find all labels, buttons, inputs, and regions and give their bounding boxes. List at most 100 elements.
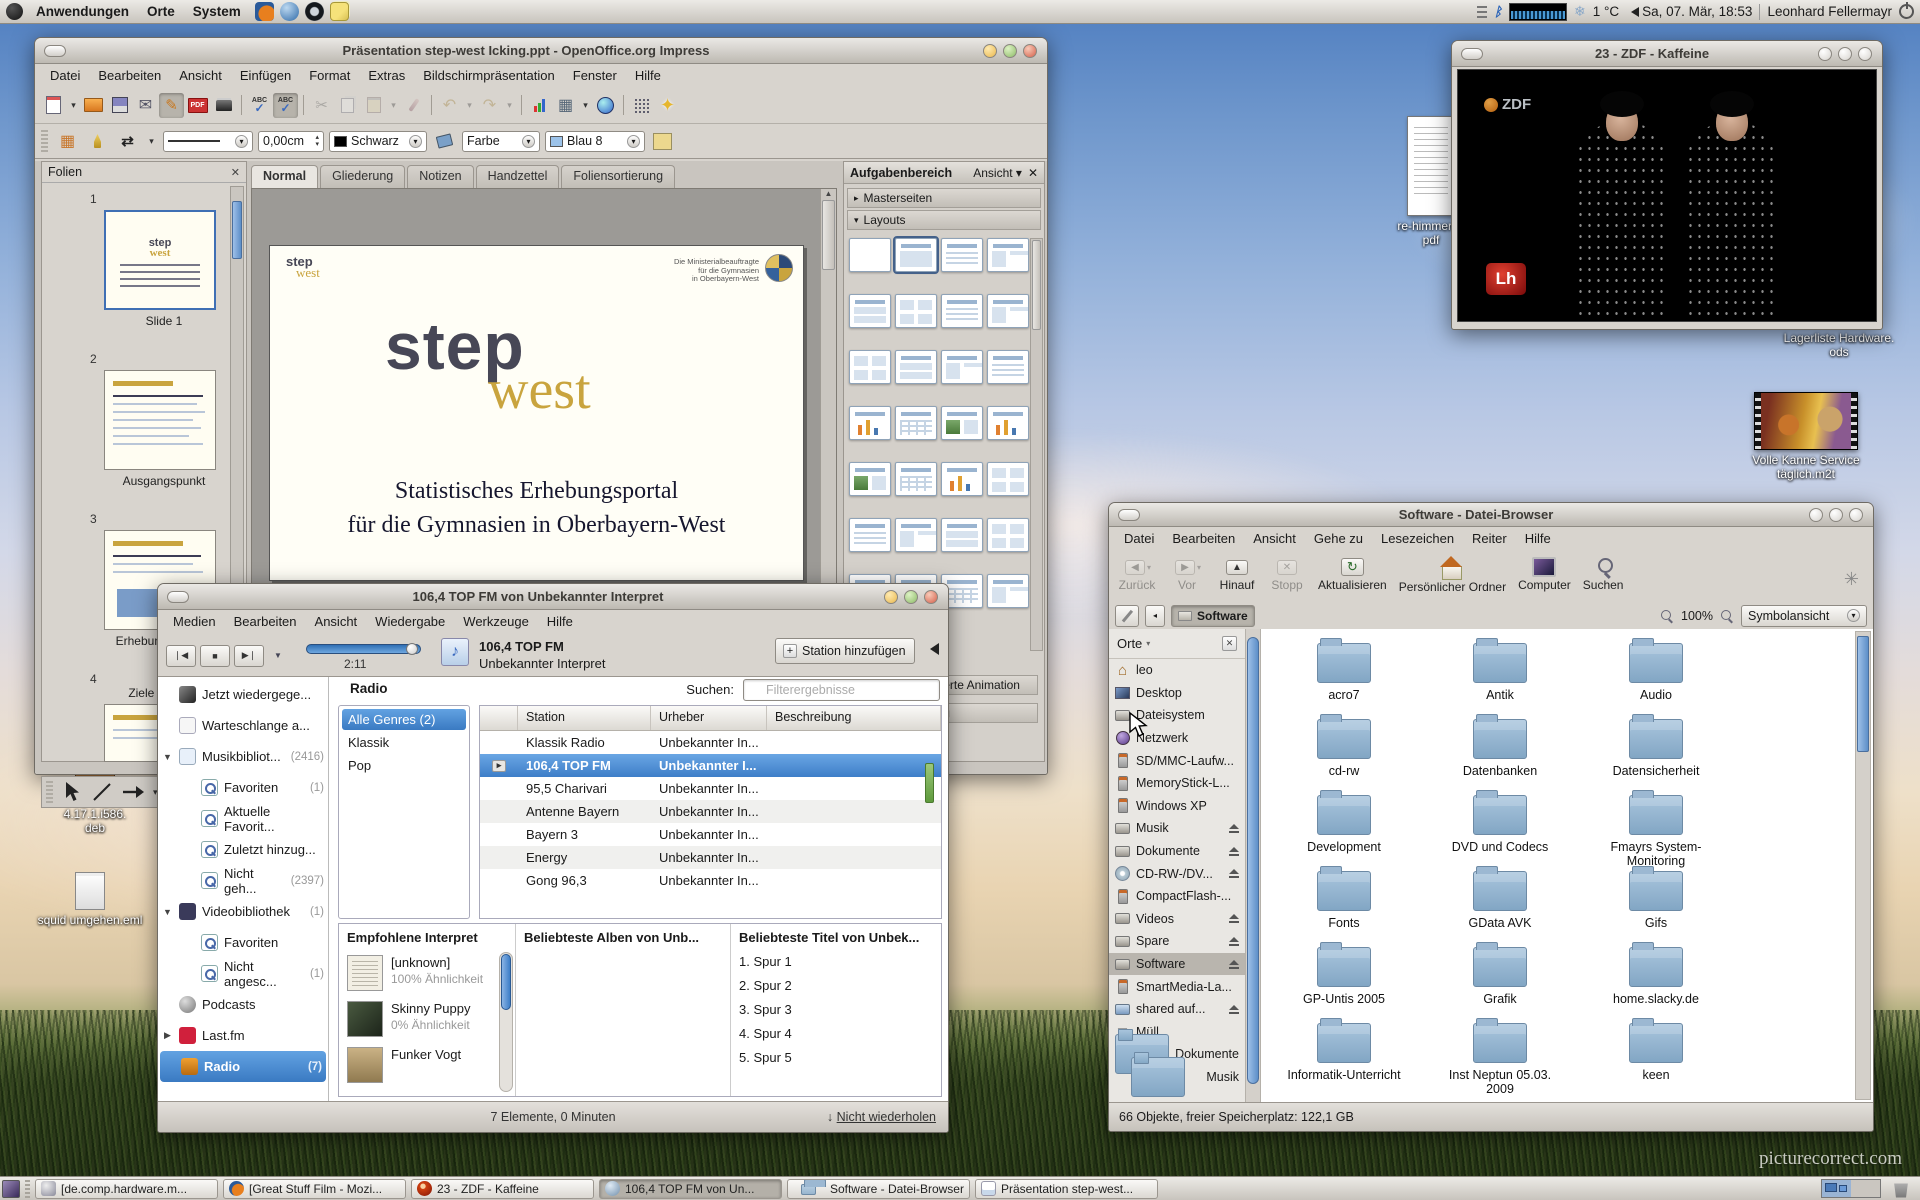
slider-handle[interactable] bbox=[406, 643, 418, 655]
table-dropdown[interactable] bbox=[579, 93, 592, 118]
expander-icon[interactable]: ▼ bbox=[162, 752, 173, 762]
toolbar-button[interactable]: Computer bbox=[1515, 554, 1574, 594]
temperature[interactable]: 1 °C bbox=[1593, 4, 1619, 19]
places-item[interactable]: MemoryStick-L... bbox=[1109, 772, 1245, 795]
folder-item[interactable]: Fmayrs System-Monitoring bbox=[1611, 787, 1702, 863]
banshee-titlebar[interactable]: 106,4 TOP FM von Unbekannter Interpret bbox=[158, 584, 948, 610]
layouts-section-header[interactable]: ▾Layouts bbox=[847, 210, 1041, 230]
arrow-tool-icon[interactable] bbox=[121, 781, 145, 803]
view-tab[interactable]: Notizen bbox=[407, 165, 473, 188]
folder-item[interactable]: Informatik-Unterricht bbox=[1287, 1015, 1400, 1091]
artist-list-scrollbar[interactable] bbox=[499, 952, 513, 1092]
masterpages-section-header[interactable]: ▸Masterseiten bbox=[847, 188, 1041, 208]
cut-icon[interactable] bbox=[309, 93, 334, 118]
station-row[interactable]: Gong 96,3 Unbekannter In... bbox=[480, 869, 941, 892]
station-row[interactable]: ▸ 106,4 TOP FM Unbekannter I... bbox=[480, 754, 941, 777]
close-button[interactable] bbox=[1023, 44, 1037, 58]
folder-item[interactable]: cd-rw bbox=[1317, 711, 1371, 787]
column-urheber[interactable]: Urheber bbox=[651, 706, 767, 730]
layout-tile[interactable] bbox=[987, 462, 1029, 496]
minimize-button[interactable] bbox=[884, 590, 898, 604]
separator[interactable] bbox=[427, 93, 436, 118]
sidebar-source-item[interactable]: Warteschlange a... bbox=[158, 710, 328, 741]
station-row[interactable]: Klassik Radio Unbekannter In... bbox=[480, 731, 941, 754]
nautilus-titlebar[interactable]: Software - Datei-Browser bbox=[1109, 503, 1873, 527]
save-icon[interactable] bbox=[107, 93, 132, 118]
view-tab[interactable]: Normal bbox=[251, 165, 318, 188]
mail-launcher-icon[interactable] bbox=[280, 2, 299, 21]
recommended-artist[interactable]: Funker Vogt bbox=[347, 1047, 507, 1083]
places-header[interactable]: Orte bbox=[1117, 636, 1142, 651]
places-item[interactable]: leo bbox=[1109, 659, 1245, 682]
places-item[interactable]: Videos bbox=[1109, 908, 1245, 931]
menu-item[interactable]: Ansicht bbox=[1244, 529, 1305, 548]
sidebar-source-item[interactable]: Nicht geh... (2397) bbox=[158, 865, 328, 896]
new-document-icon[interactable] bbox=[41, 93, 66, 118]
top-track-item[interactable]: 2. Spur 2 bbox=[739, 978, 933, 993]
layout-tile[interactable] bbox=[895, 518, 937, 552]
layout-tile[interactable] bbox=[941, 238, 983, 272]
layout-tile[interactable] bbox=[941, 406, 983, 440]
previous-button[interactable]: ❘◀ bbox=[166, 645, 196, 667]
sidebar-source-item[interactable]: ▶ Last.fm bbox=[158, 1020, 328, 1051]
menu-item[interactable]: Bearbeiten bbox=[1163, 529, 1244, 548]
seek-slider[interactable] bbox=[306, 644, 421, 654]
view-tab[interactable]: Gliederung bbox=[320, 165, 405, 188]
bluetooth-icon[interactable]: ᛒ bbox=[1494, 4, 1502, 19]
taskbar-window-button[interactable]: [Great Stuff Film - Mozi... bbox=[223, 1179, 406, 1199]
task-pane-view-menu[interactable]: Ansicht ▾ bbox=[973, 166, 1022, 180]
sidebar-source-item[interactable]: Radio (7) bbox=[160, 1051, 326, 1082]
places-item[interactable]: SmartMedia-La... bbox=[1109, 975, 1245, 998]
column-beschreibung[interactable]: Beschreibung bbox=[767, 706, 941, 730]
places-item[interactable]: Windows XP bbox=[1109, 795, 1245, 818]
menu-item[interactable]: Bildschirmpräsentation bbox=[414, 66, 564, 85]
places-item[interactable]: Spare bbox=[1109, 930, 1245, 953]
maximize-button[interactable] bbox=[904, 590, 918, 604]
layout-tile[interactable] bbox=[895, 462, 937, 496]
minimize-button[interactable] bbox=[1809, 508, 1823, 522]
export-pdf-icon[interactable] bbox=[185, 93, 210, 118]
folder-item[interactable]: home.slacky.de bbox=[1613, 939, 1699, 1015]
menu-item[interactable]: Medien bbox=[164, 612, 225, 631]
line-tool-icon[interactable] bbox=[91, 781, 113, 803]
navigator-icon[interactable] bbox=[655, 93, 680, 118]
menu-item[interactable]: Bearbeiten bbox=[225, 612, 306, 631]
expander-icon[interactable]: ▶ bbox=[162, 1030, 173, 1041]
clock[interactable]: Sa, 07. Mär, 18:53 bbox=[1642, 4, 1752, 19]
separator[interactable] bbox=[517, 93, 526, 118]
menu-item[interactable]: Fenster bbox=[564, 66, 626, 85]
close-icon[interactable]: ✕ bbox=[231, 166, 240, 179]
column-station[interactable]: Station bbox=[518, 706, 651, 730]
window-menu-button[interactable] bbox=[1118, 509, 1140, 521]
workspace-1[interactable] bbox=[1822, 1180, 1851, 1197]
folder-grid-scrollbar[interactable] bbox=[1855, 631, 1871, 1100]
slide-thumbnail-2[interactable]: Ausgangspunkt bbox=[104, 370, 224, 488]
stop-button[interactable]: ■ bbox=[200, 645, 230, 667]
path-scroll-left-icon[interactable]: ◂ bbox=[1145, 605, 1165, 627]
slide2-thumb[interactable] bbox=[104, 370, 216, 470]
layout-tile[interactable] bbox=[895, 294, 937, 328]
edit-points-icon[interactable] bbox=[85, 129, 110, 154]
layout-tile[interactable] bbox=[849, 238, 891, 272]
next-button[interactable]: ▶❘ bbox=[234, 645, 264, 667]
menu-item[interactable]: Extras bbox=[359, 66, 414, 85]
menu-item[interactable]: Wiedergabe bbox=[366, 612, 454, 631]
station-row[interactable]: 95,5 Charivari Unbekannter In... bbox=[480, 777, 941, 800]
desktop-icon-volle-kanne[interactable]: Volle Kanne Servicetäglich.m2t bbox=[1746, 392, 1866, 481]
slide-thumbnail-1[interactable]: stepwest Slide 1 bbox=[104, 210, 224, 328]
menu-item[interactable]: Datei bbox=[41, 66, 89, 85]
power-icon[interactable] bbox=[1899, 4, 1914, 19]
add-station-button[interactable]: +Station hinzufügen bbox=[775, 638, 915, 664]
toolbar-button[interactable]: Hinauf bbox=[1215, 554, 1259, 594]
close-button[interactable] bbox=[1858, 47, 1872, 61]
layout-tile[interactable] bbox=[941, 350, 983, 384]
kaffeine-titlebar[interactable]: 23 - ZDF - Kaffeine bbox=[1452, 41, 1882, 67]
toolbar-button[interactable]: Suchen bbox=[1580, 554, 1627, 594]
folder-item[interactable]: Fonts bbox=[1317, 863, 1371, 939]
user-menu[interactable]: Leonhard Fellermayr bbox=[1767, 4, 1892, 19]
top-track-item[interactable]: 4. Spur 4 bbox=[739, 1026, 933, 1041]
repeat-mode-button[interactable]: ↓ Nicht wiederholen bbox=[827, 1110, 936, 1124]
sidebar-source-item[interactable]: Favoriten bbox=[158, 927, 328, 958]
distribution-logo-icon[interactable] bbox=[6, 3, 23, 20]
menu-item[interactable]: Einfügen bbox=[231, 66, 300, 85]
